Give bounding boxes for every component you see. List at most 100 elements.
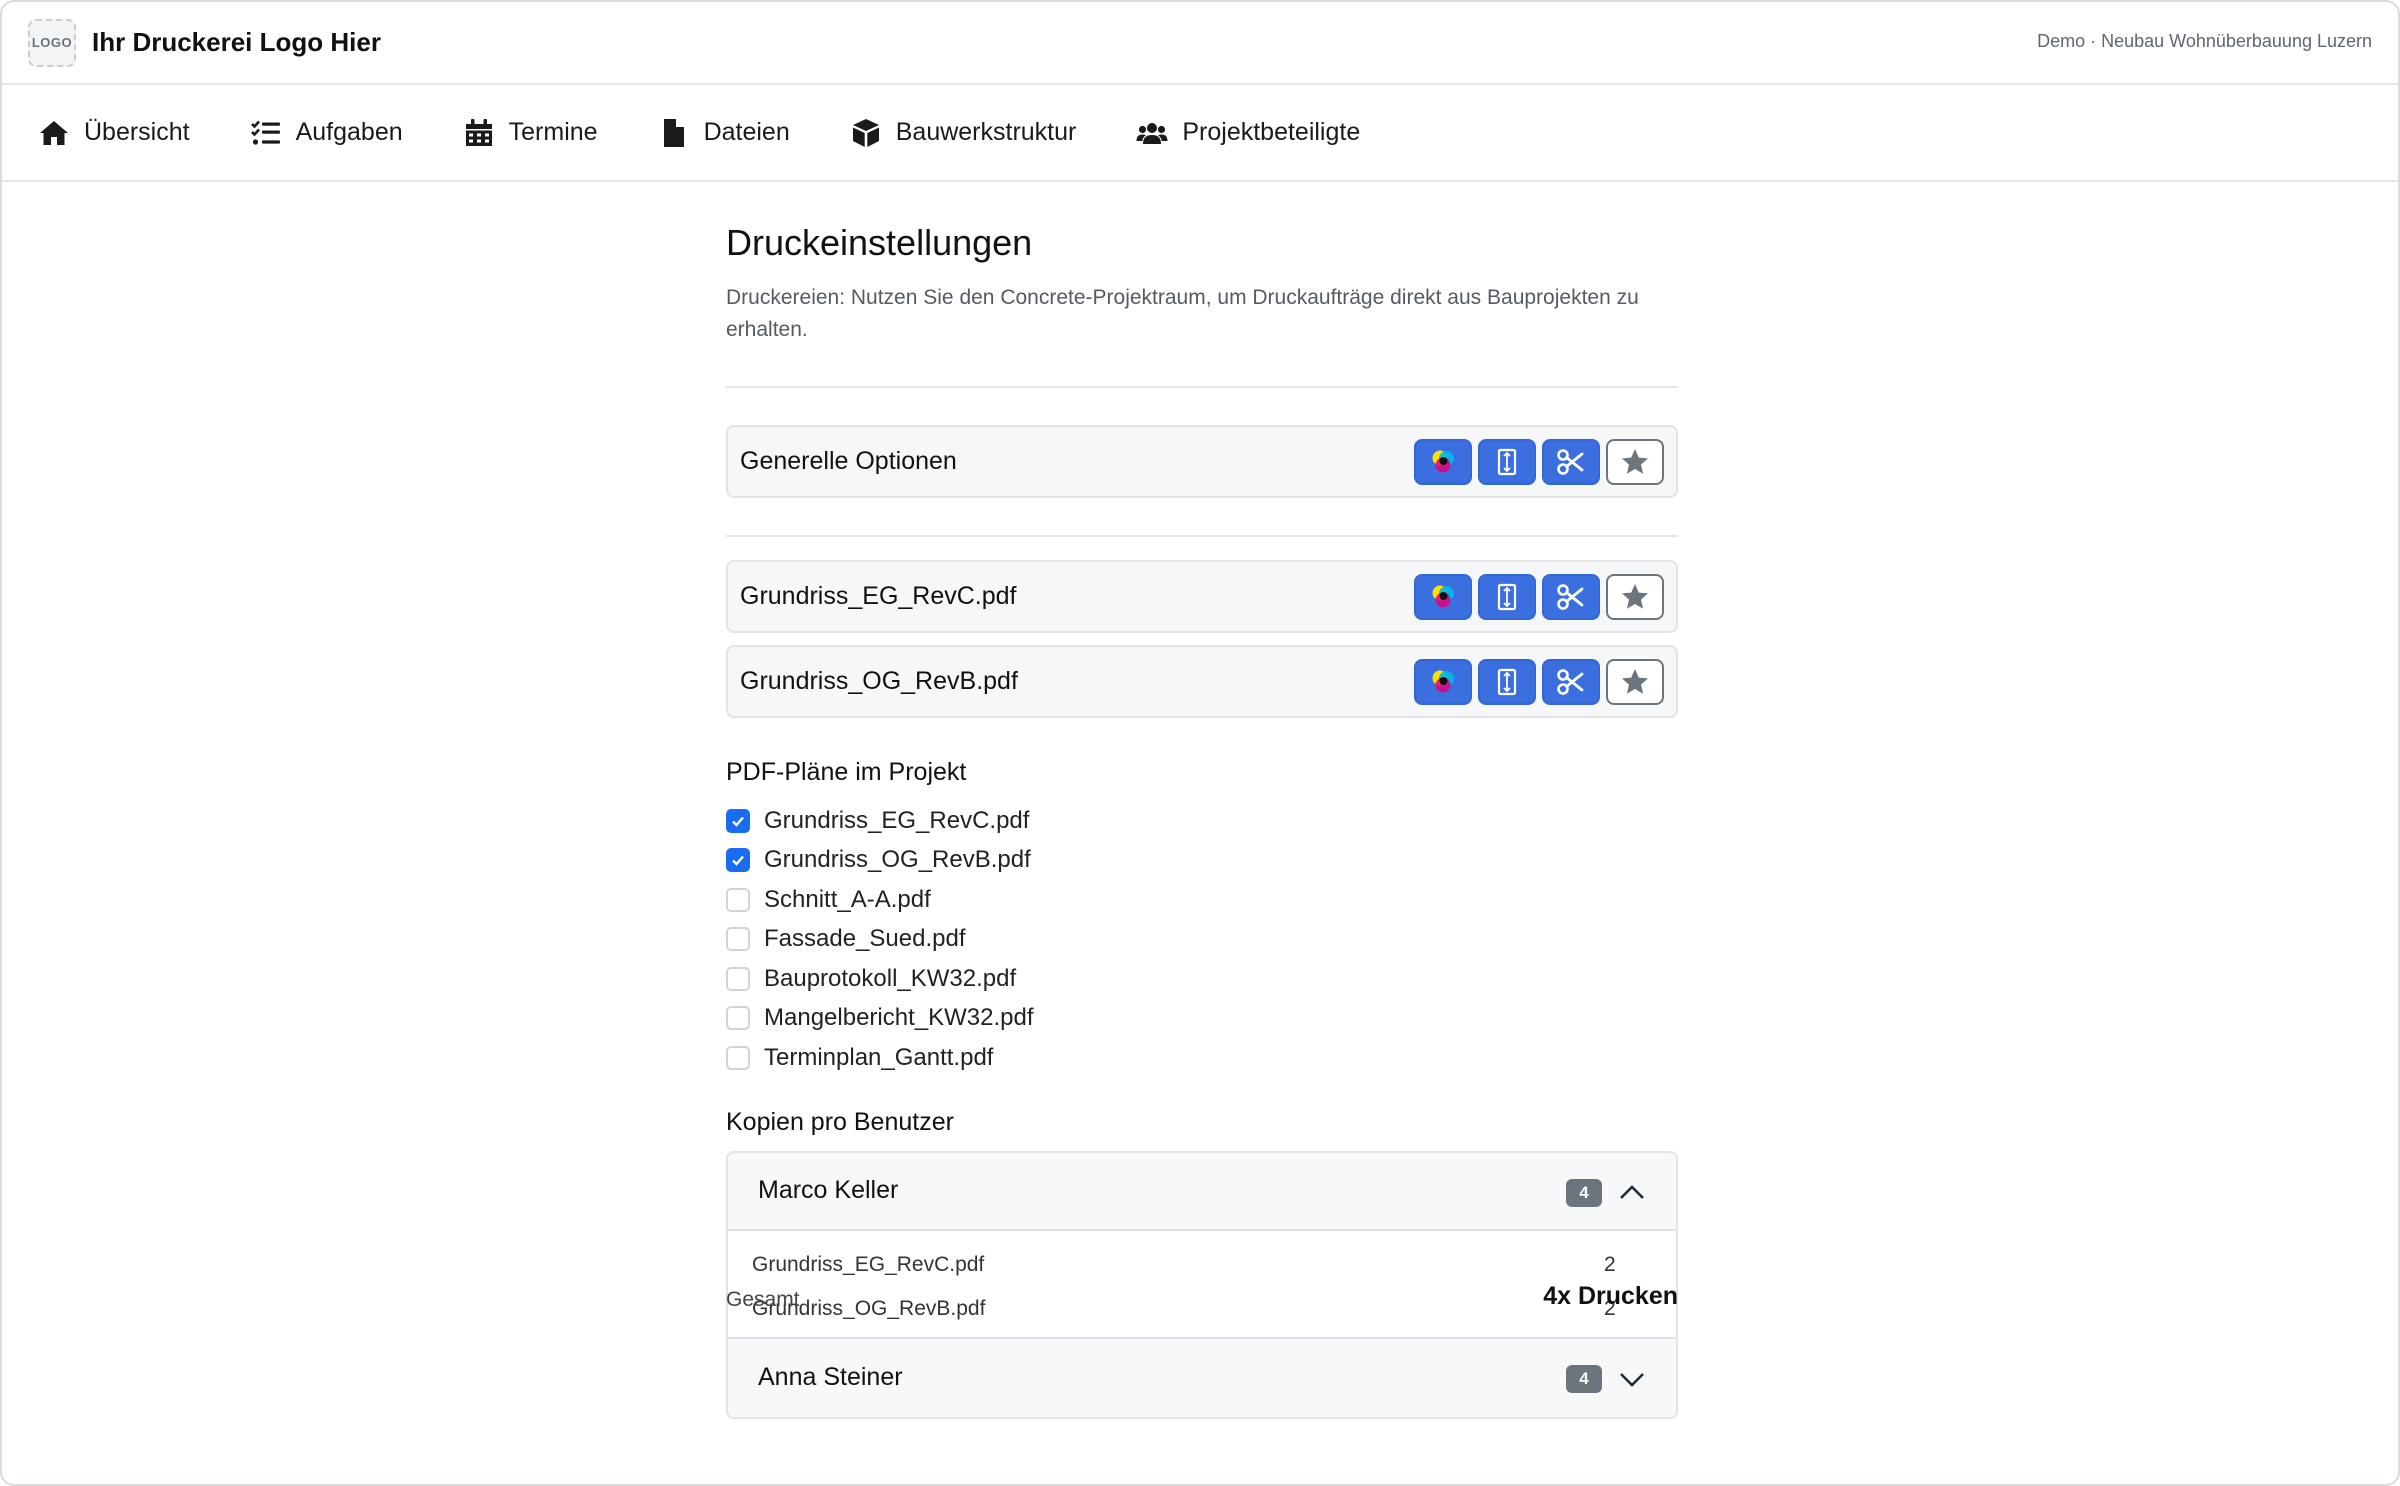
pdf-file-label: Schnitt_A-A.pdf xyxy=(764,885,931,913)
file-icon xyxy=(663,118,684,147)
total-row: Gesamt 4x Drucken xyxy=(726,1276,1678,1316)
check-icon xyxy=(732,855,744,867)
copy-count-badge: 4 xyxy=(1566,1178,1602,1207)
option-button-group xyxy=(1408,439,1664,485)
checkbox-unchecked[interactable] xyxy=(726,1045,750,1070)
file-options-label: Grundriss_EG_RevC.pdf xyxy=(740,582,1017,610)
nav-label: Bauwerkstruktur xyxy=(895,118,1077,146)
general-options-row: Generelle Optionen xyxy=(726,425,1678,498)
main-content: Druckeinstellungen Druckereien: Nutzen S… xyxy=(726,182,1678,1419)
accordion-header-anna-steiner[interactable]: Anna Steiner 4 xyxy=(728,1338,1676,1417)
task-list-icon xyxy=(250,120,280,145)
users-icon xyxy=(1136,122,1168,144)
nav-item-aufgaben[interactable]: Aufgaben xyxy=(250,117,403,149)
copy-file-name: Grundriss_EG_RevC.pdf xyxy=(752,1252,985,1276)
accordion-header-marco-keller[interactable]: Marco Keller 4 xyxy=(728,1152,1676,1231)
pdf-file-checkbox-row[interactable]: Terminplan_Gantt.pdf xyxy=(726,1038,1678,1078)
chevron-down-icon xyxy=(1620,1372,1644,1387)
cut-button[interactable] xyxy=(1542,439,1600,485)
favorite-button[interactable] xyxy=(1606,659,1664,705)
pdf-file-label: Grundriss_EG_RevC.pdf xyxy=(764,806,1030,834)
checkbox-checked[interactable] xyxy=(726,808,750,833)
favorite-button[interactable] xyxy=(1606,574,1664,620)
pdf-file-checkbox-row[interactable]: Bauprotokoll_KW32.pdf xyxy=(726,959,1678,999)
color-mode-button[interactable] xyxy=(1414,659,1472,705)
color-mode-button[interactable] xyxy=(1414,439,1472,485)
pdf-file-label: Terminplan_Gantt.pdf xyxy=(764,1043,994,1071)
checkbox-unchecked[interactable] xyxy=(726,927,750,952)
star-icon xyxy=(1622,584,1648,609)
checkbox-unchecked[interactable] xyxy=(726,966,750,991)
brand-name: Ihr Druckerei Logo Hier xyxy=(92,27,381,57)
general-options-label: Generelle Optionen xyxy=(740,447,957,475)
color-icon xyxy=(1432,670,1454,693)
total-label: Gesamt xyxy=(726,1288,800,1311)
file-options-label: Grundriss_OG_RevB.pdf xyxy=(740,667,1018,695)
nav-item-projektbeteiligte[interactable]: Projektbeteiligte xyxy=(1136,117,1360,149)
paper-format-button[interactable] xyxy=(1478,439,1536,485)
pdf-file-checkbox-row[interactable]: Fassade_Sued.pdf xyxy=(726,920,1678,960)
cut-button[interactable] xyxy=(1542,659,1600,705)
brand-logo: LOGO xyxy=(28,18,76,67)
pdf-file-checkbox-row[interactable]: Mangelbericht_KW32.pdf xyxy=(726,999,1678,1039)
calendar-icon xyxy=(465,118,492,146)
paper-format-icon xyxy=(1497,583,1517,611)
color-icon xyxy=(1432,585,1454,608)
paper-format-icon xyxy=(1497,448,1517,476)
nav-label: Projektbeteiligte xyxy=(1182,118,1361,146)
option-button-group xyxy=(1408,574,1664,620)
pdf-file-label: Fassade_Sued.pdf xyxy=(764,925,966,953)
pdf-file-checkbox-row[interactable]: Grundriss_EG_RevC.pdf xyxy=(726,801,1678,841)
star-icon xyxy=(1622,669,1648,694)
page-description: Druckereien: Nutzen Sie den Concrete-Pro… xyxy=(726,286,1639,341)
pdf-file-checkbox-row[interactable]: Schnitt_A-A.pdf xyxy=(726,880,1678,920)
cube-icon xyxy=(852,118,879,147)
check-icon xyxy=(732,816,744,827)
nav-label: Übersicht xyxy=(84,118,190,146)
scissors-icon xyxy=(1557,669,1584,695)
copy-quantity: 2 xyxy=(1604,1252,1616,1276)
divider xyxy=(726,535,1678,537)
file-options-row: Grundriss_OG_RevB.pdf xyxy=(726,645,1678,718)
pdf-section-heading: PDF-Pläne im Projekt xyxy=(726,758,967,786)
pdf-file-list: Grundriss_EG_RevC.pdf Grundriss_OG_RevB.… xyxy=(726,801,1678,1078)
checkbox-unchecked[interactable] xyxy=(726,887,750,912)
color-mode-button[interactable] xyxy=(1414,574,1472,620)
nav-label: Termine xyxy=(508,118,598,146)
home-icon xyxy=(40,120,68,145)
nav-item-bauwerkstruktur[interactable]: Bauwerkstruktur xyxy=(850,117,1077,149)
pdf-file-checkbox-row[interactable]: Grundriss_OG_RevB.pdf xyxy=(726,841,1678,881)
top-bar: LOGO Ihr Druckerei Logo Hier Demo · Neub… xyxy=(2,2,2398,85)
chevron-up-icon xyxy=(1620,1184,1644,1199)
favorite-button[interactable] xyxy=(1606,439,1664,485)
nav-item-dateien[interactable]: Dateien xyxy=(658,117,790,149)
divider xyxy=(726,386,1678,388)
paper-format-button[interactable] xyxy=(1478,574,1536,620)
scissors-icon xyxy=(1557,449,1584,475)
copies-section-heading: Kopien pro Benutzer xyxy=(726,1107,954,1136)
pdf-file-label: Mangelbericht_KW32.pdf xyxy=(764,1004,1034,1032)
cut-button[interactable] xyxy=(1542,574,1600,620)
user-name: Anna Steiner xyxy=(758,1363,903,1391)
main-nav: Übersicht Aufgaben Termine Dateien Bauwe… xyxy=(2,85,2398,182)
checkbox-unchecked[interactable] xyxy=(726,1006,750,1031)
color-icon xyxy=(1432,450,1454,473)
file-options-row: Grundriss_EG_RevC.pdf xyxy=(726,560,1678,633)
nav-item-uebersicht[interactable]: Übersicht xyxy=(38,117,190,149)
star-icon xyxy=(1622,449,1648,474)
project-label: Demo · Neubau Wohnüberbauung Luzern xyxy=(2037,31,2372,51)
nav-item-termine[interactable]: Termine xyxy=(463,117,598,149)
app-window: LOGO Ihr Druckerei Logo Hier Demo · Neub… xyxy=(0,0,2400,1486)
nav-label: Dateien xyxy=(703,118,790,146)
paper-format-icon xyxy=(1497,668,1517,696)
nav-label: Aufgaben xyxy=(295,118,403,146)
checkbox-checked[interactable] xyxy=(726,848,750,873)
page-title: Druckeinstellungen xyxy=(726,222,1033,263)
pdf-file-label: Bauprotokoll_KW32.pdf xyxy=(764,964,1017,992)
user-name: Marco Keller xyxy=(758,1176,899,1204)
total-value: 4x Drucken xyxy=(1543,1282,1678,1310)
scissors-icon xyxy=(1557,584,1584,610)
copy-count-badge: 4 xyxy=(1566,1364,1602,1393)
pdf-file-label: Grundriss_OG_RevB.pdf xyxy=(764,846,1031,874)
paper-format-button[interactable] xyxy=(1478,659,1536,705)
